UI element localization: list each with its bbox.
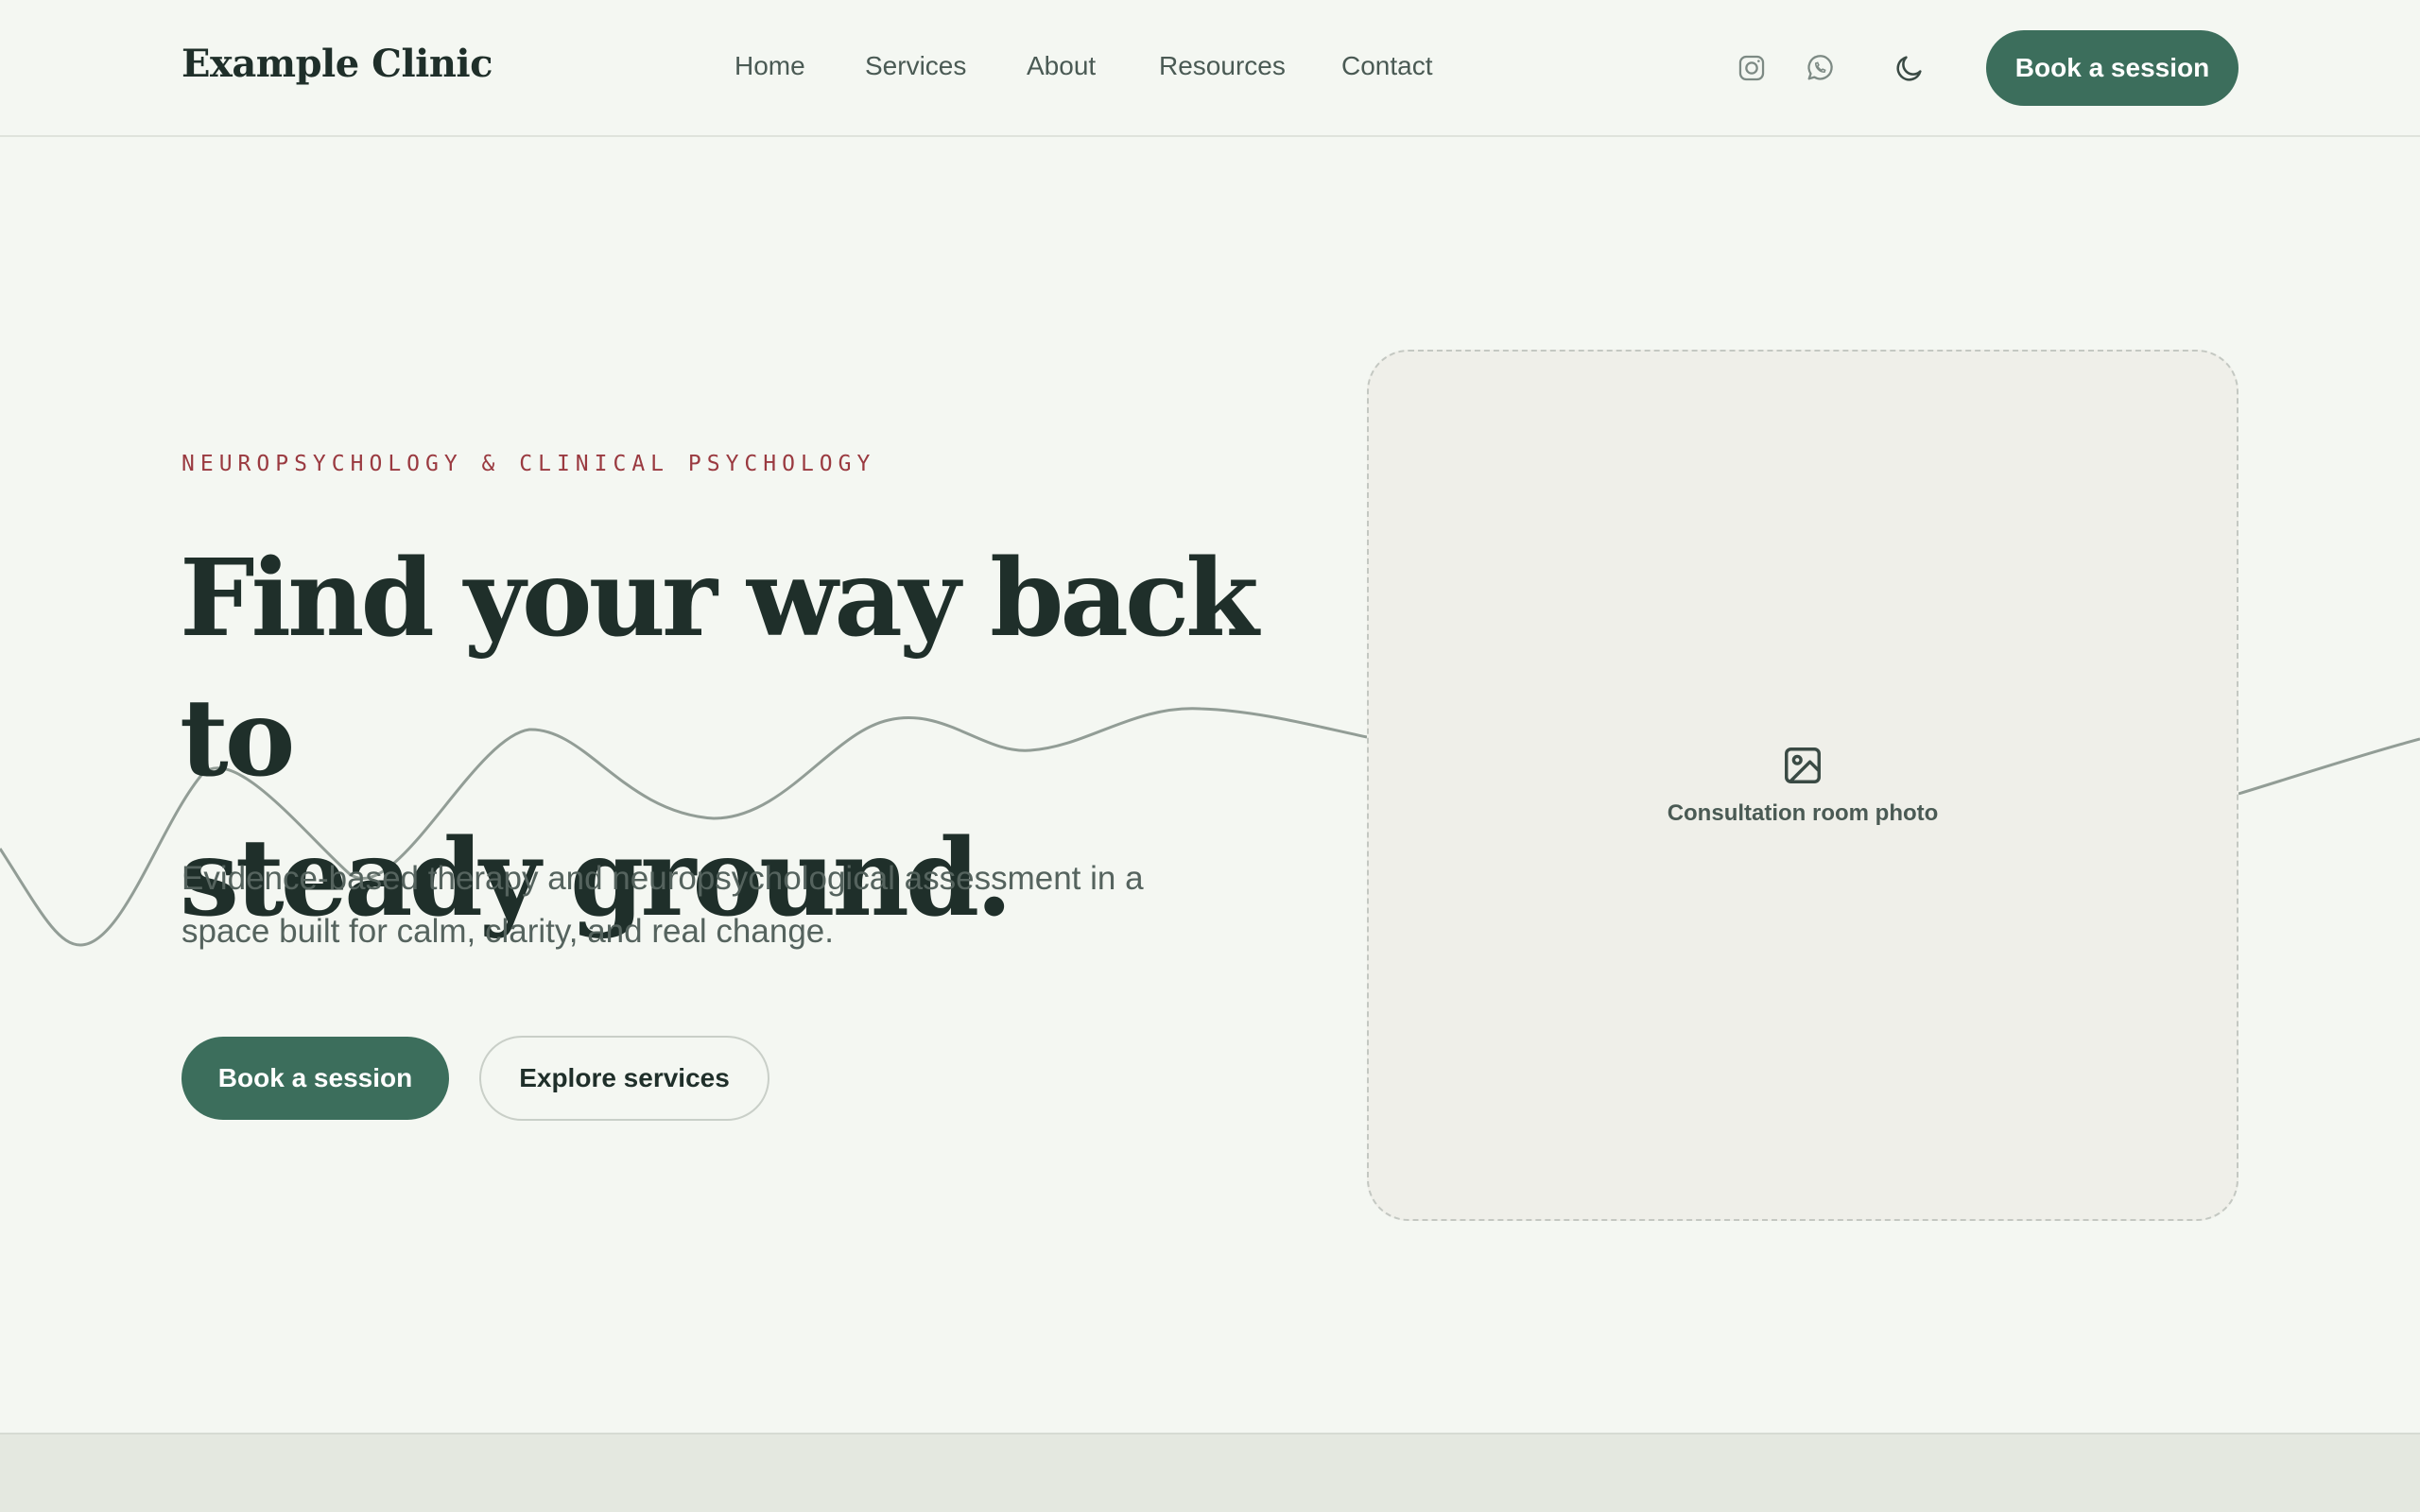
book-session-header-button[interactable]: Book a session (1986, 30, 2238, 106)
hero-subtext: Evidence-based therapy and neuropsycholo… (182, 860, 1144, 950)
nav-contact[interactable]: Contact (1341, 51, 1433, 81)
nav-resources[interactable]: Resources (1159, 51, 1286, 81)
brand-logo[interactable]: Example Clinic (182, 42, 493, 86)
image-icon (1785, 747, 1821, 783)
instagram-icon[interactable] (1730, 46, 1773, 90)
whatsapp-icon[interactable] (1798, 46, 1841, 90)
nav-home[interactable]: Home (735, 51, 805, 81)
nav-services[interactable]: Services (865, 51, 966, 81)
site-header: Example Clinic Home Services About Resou… (0, 0, 2420, 137)
nav-about[interactable]: About (1027, 51, 1096, 81)
photo-placeholder: Consultation room photo (1367, 350, 2238, 1221)
moon-icon[interactable] (1888, 46, 1931, 90)
book-session-button[interactable]: Book a session (182, 1037, 449, 1120)
next-section-band (0, 1433, 2420, 1512)
hero-eyebrow: NEUROPSYCHOLOGY & CLINICAL PSYCHOLOGY (182, 452, 876, 476)
hero-headline-line-1: Find your way back to (180, 537, 1259, 800)
photo-caption: Consultation room photo (1667, 800, 1939, 826)
explore-services-button[interactable]: Explore services (479, 1036, 769, 1121)
